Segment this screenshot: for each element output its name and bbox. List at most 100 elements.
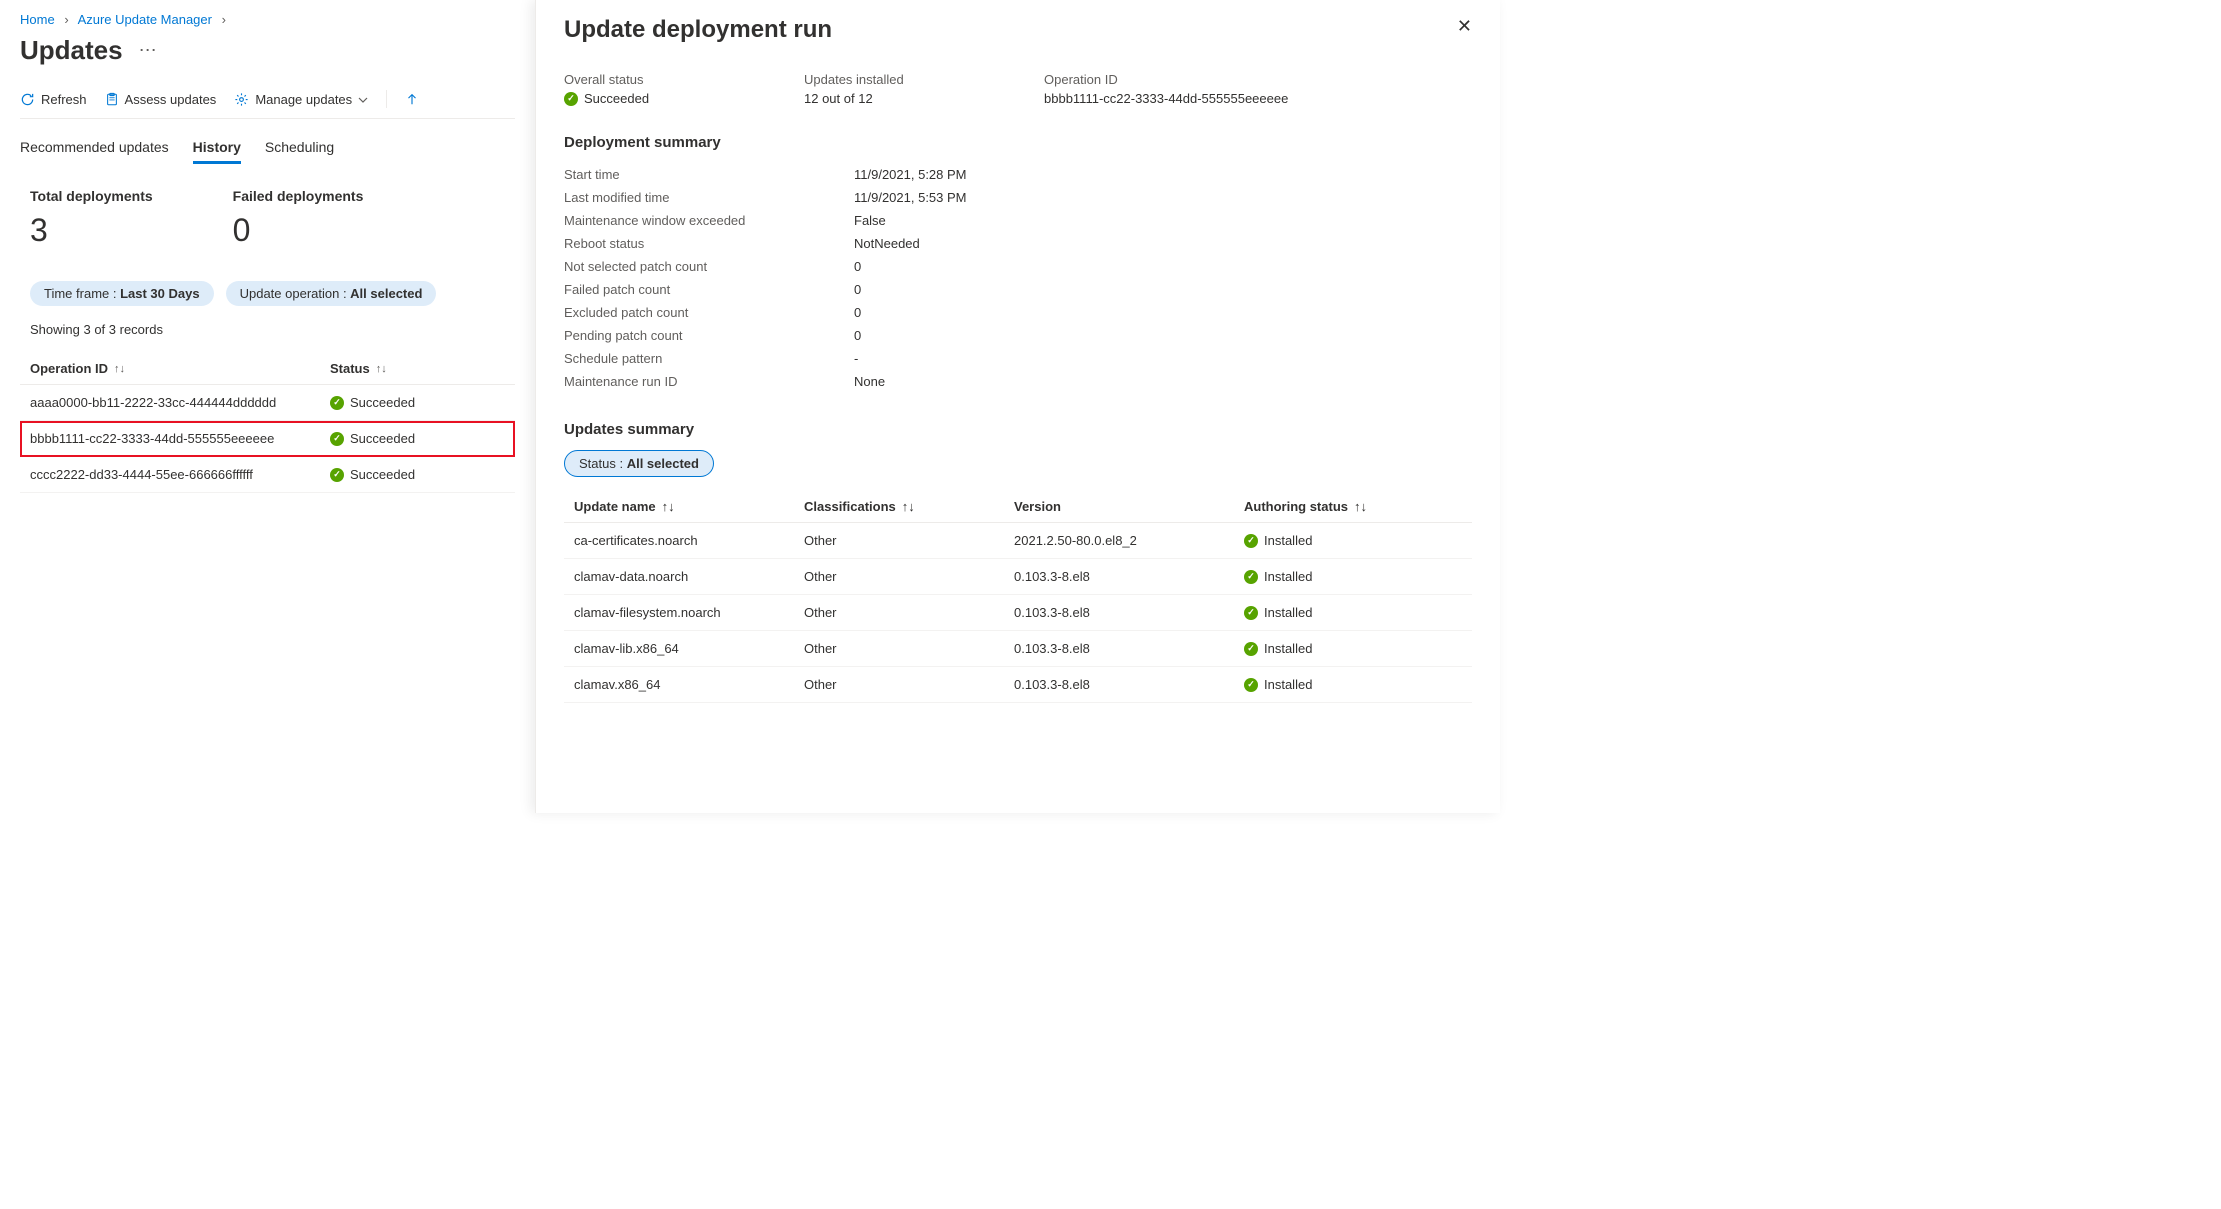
column-operation-id[interactable]: Operation ID ↑↓: [30, 361, 330, 376]
column-label: Version: [1014, 499, 1061, 514]
summary-row: Reboot status NotNeeded: [564, 232, 1472, 255]
table-row[interactable]: ca-certificates.noarch Other 2021.2.50-8…: [564, 523, 1472, 559]
panel-title: Update deployment run: [564, 16, 832, 44]
summary-value: None: [854, 374, 885, 389]
breadcrumb: Home › Azure Update Manager ›: [20, 12, 515, 27]
column-status[interactable]: Status ↑↓: [330, 361, 480, 376]
cell-authoring-status: Installed: [1244, 677, 1444, 692]
page-title: Updates: [20, 35, 123, 66]
upload-button[interactable]: [405, 92, 419, 106]
breadcrumb-parent[interactable]: Azure Update Manager: [78, 12, 212, 27]
success-icon: [1244, 534, 1258, 548]
breadcrumb-separator: ›: [222, 12, 226, 27]
stat-total: Total deployments 3: [30, 188, 153, 249]
summary-row: Last modified time 11/9/2021, 5:53 PM: [564, 186, 1472, 209]
refresh-button[interactable]: Refresh: [20, 92, 87, 107]
close-button[interactable]: ✕: [1457, 16, 1472, 37]
table-row[interactable]: bbbb1111-cc22-3333-44dd-555555eeeeee Suc…: [20, 421, 515, 457]
summary-row: Schedule pattern -: [564, 347, 1472, 370]
filter-value: All selected: [350, 286, 422, 301]
tab-recommended[interactable]: Recommended updates: [20, 139, 169, 164]
toolbar: Refresh Assess updates Manage updates: [20, 90, 515, 119]
assess-button[interactable]: Assess updates: [105, 92, 217, 107]
filter-operation[interactable]: Update operation : All selected: [226, 281, 437, 306]
column-label: Status: [330, 361, 370, 376]
cell-authoring-status: Installed: [1244, 641, 1444, 656]
summary-key: Schedule pattern: [564, 351, 854, 366]
cell-authoring-status: Installed: [1244, 533, 1444, 548]
table-row[interactable]: aaaa0000-bb11-2222-33cc-444444dddddd Suc…: [20, 385, 515, 421]
cell-update-name: ca-certificates.noarch: [574, 533, 804, 548]
chevron-down-icon: [358, 92, 368, 107]
more-icon[interactable]: ⋯: [139, 40, 157, 61]
cell-classification: Other: [804, 641, 1014, 656]
summary-key: Not selected patch count: [564, 259, 854, 274]
table-row[interactable]: cccc2222-dd33-4444-55ee-666666ffffff Suc…: [20, 457, 515, 493]
sort-icon: ↑↓: [1354, 499, 1367, 514]
cell-update-name: clamav-filesystem.noarch: [574, 605, 804, 620]
stat-failed: Failed deployments 0: [233, 188, 364, 249]
column-label: Authoring status: [1244, 499, 1348, 514]
overview-label: Updates installed: [804, 72, 984, 87]
updates-summary-title: Updates summary: [564, 421, 1472, 438]
cell-status: Succeeded: [330, 467, 480, 482]
overview-value: Succeeded: [584, 91, 649, 106]
status-text: Installed: [1264, 569, 1312, 584]
manage-label: Manage updates: [255, 92, 352, 107]
overview-label: Operation ID: [1044, 72, 1288, 87]
cell-classification: Other: [804, 533, 1014, 548]
status-filter-pill[interactable]: Status : All selected: [564, 450, 714, 477]
summary-key: Failed patch count: [564, 282, 854, 297]
filter-label: Update operation :: [240, 286, 351, 301]
breadcrumb-separator: ›: [64, 12, 68, 27]
summary-value: -: [854, 351, 858, 366]
summary-key: Maintenance run ID: [564, 374, 854, 389]
summary-key: Reboot status: [564, 236, 854, 251]
records-count: Showing 3 of 3 records: [20, 322, 515, 337]
table-row[interactable]: clamav-lib.x86_64 Other 0.103.3-8.el8 In…: [564, 631, 1472, 667]
table-row[interactable]: clamav.x86_64 Other 0.103.3-8.el8 Instal…: [564, 667, 1472, 703]
column-update-name[interactable]: Update name ↑↓: [574, 499, 804, 514]
summary-value: NotNeeded: [854, 236, 920, 251]
cell-version: 2021.2.50-80.0.el8_2: [1014, 533, 1244, 548]
filter-label: Status :: [579, 456, 627, 471]
tab-history[interactable]: History: [193, 139, 241, 164]
success-icon: [1244, 606, 1258, 620]
table-header-row: Operation ID ↑↓ Status ↑↓: [20, 353, 515, 385]
cell-version: 0.103.3-8.el8: [1014, 569, 1244, 584]
summary-key: Start time: [564, 167, 854, 182]
cell-version: 0.103.3-8.el8: [1014, 605, 1244, 620]
breadcrumb-home[interactable]: Home: [20, 12, 55, 27]
cell-operation-id: bbbb1111-cc22-3333-44dd-555555eeeeee: [30, 431, 330, 446]
column-version[interactable]: Version: [1014, 499, 1244, 514]
sort-icon: ↑↓: [376, 363, 387, 375]
cell-authoring-status: Installed: [1244, 605, 1444, 620]
stat-failed-value: 0: [233, 212, 364, 249]
sort-icon: ↑↓: [662, 499, 675, 514]
cell-operation-id: cccc2222-dd33-4444-55ee-666666ffffff: [30, 467, 330, 482]
status-text: Succeeded: [350, 467, 415, 482]
column-label: Classifications: [804, 499, 896, 514]
status-text: Installed: [1264, 605, 1312, 620]
status-text: Installed: [1264, 677, 1312, 692]
table-row[interactable]: clamav-filesystem.noarch Other 0.103.3-8…: [564, 595, 1472, 631]
success-icon: [564, 92, 578, 106]
updates-table: Update name ↑↓ Classifications ↑↓ Versio…: [564, 491, 1472, 703]
filter-timeframe[interactable]: Time frame : Last 30 Days: [30, 281, 214, 306]
arrow-up-icon: [405, 92, 419, 106]
summary-key: Excluded patch count: [564, 305, 854, 320]
column-classifications[interactable]: Classifications ↑↓: [804, 499, 1014, 514]
overview-value: 12 out of 12: [804, 91, 984, 106]
toolbar-separator: [386, 90, 387, 108]
table-row[interactable]: clamav-data.noarch Other 0.103.3-8.el8 I…: [564, 559, 1472, 595]
updates-header-row: Update name ↑↓ Classifications ↑↓ Versio…: [564, 491, 1472, 523]
assess-label: Assess updates: [125, 92, 217, 107]
column-authoring-status[interactable]: Authoring status ↑↓: [1244, 499, 1444, 514]
success-icon: [1244, 570, 1258, 584]
summary-value: False: [854, 213, 886, 228]
gear-icon: [234, 92, 249, 107]
tab-scheduling[interactable]: Scheduling: [265, 139, 334, 164]
manage-button[interactable]: Manage updates: [234, 92, 368, 107]
cell-version: 0.103.3-8.el8: [1014, 641, 1244, 656]
summary-value: 11/9/2021, 5:28 PM: [854, 167, 967, 182]
